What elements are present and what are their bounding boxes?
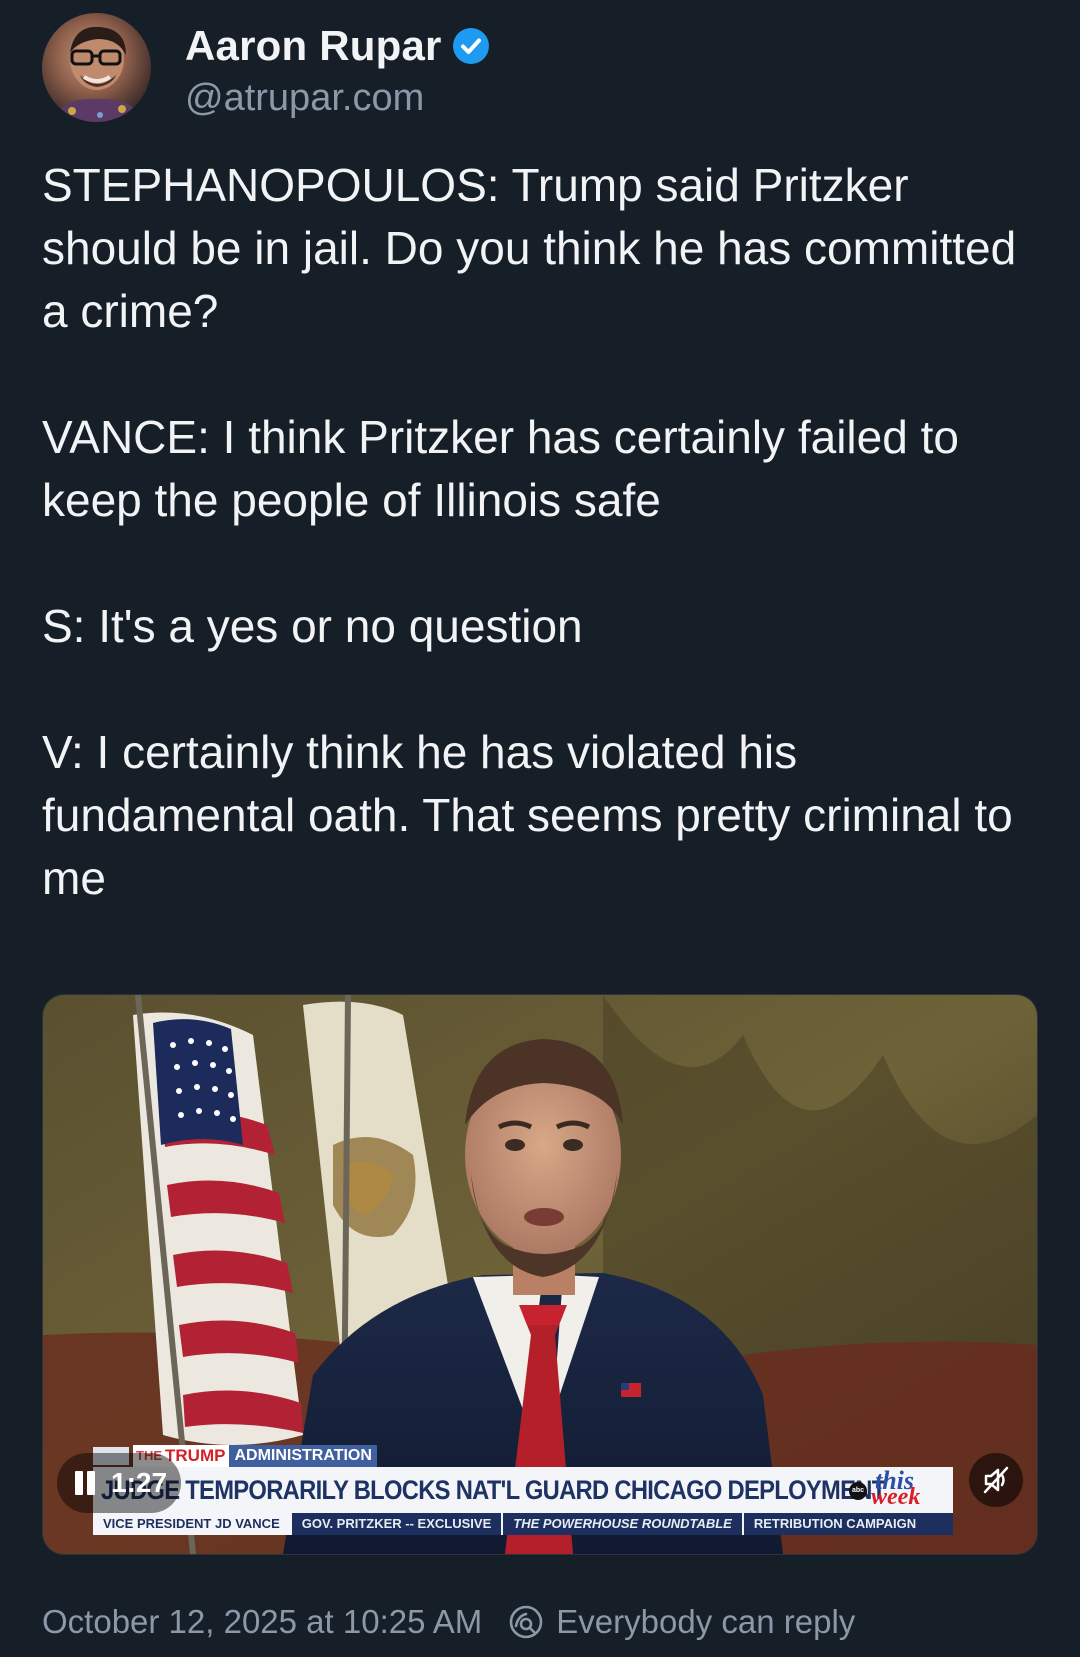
- post: Aaron Rupar @atrupar.com STEPHANOPOULOS:…: [0, 0, 1080, 1657]
- author-info: Aaron Rupar @atrupar.com: [185, 21, 490, 120]
- display-name[interactable]: Aaron Rupar: [185, 22, 442, 70]
- playback-controls: 1:27: [57, 1453, 182, 1513]
- post-timestamp[interactable]: October 12, 2025 at 10:25 AM: [42, 1603, 482, 1641]
- reply-setting[interactable]: Everybody can reply: [556, 1603, 855, 1641]
- display-name-row: Aaron Rupar: [185, 21, 490, 71]
- verified-badge-icon: [452, 27, 490, 65]
- ticker-item: RETRIBUTION CAMPAIGN: [753, 1516, 917, 1531]
- post-footer: October 12, 2025 at 10:25 AM Everybody c…: [42, 1600, 855, 1644]
- muted-speaker-icon: [983, 1466, 1009, 1494]
- ticker-item: THE POWERHOUSE ROUNDTABLE: [503, 1513, 744, 1535]
- author-handle[interactable]: @atrupar.com: [185, 77, 490, 120]
- chyron-headline-bar: JUDGE TEMPORARILY BLOCKS NAT'L GUARD CHI…: [93, 1466, 953, 1513]
- video-time: 1:27: [111, 1467, 168, 1498]
- ticker-item: GOV. PRITZKER -- EXCLUSIVE: [292, 1513, 504, 1535]
- video-player[interactable]: THE TRUMP ADMINISTRATION JUDGE TEMPORARI…: [42, 994, 1038, 1555]
- post-text: STEPHANOPOULOS: Trump said Pritzker shou…: [42, 159, 1017, 904]
- chyron-administration: ADMINISTRATION: [229, 1445, 377, 1467]
- post-header: Aaron Rupar @atrupar.com: [42, 13, 490, 122]
- this-week-logo: abc this week: [841, 1466, 947, 1510]
- avatar[interactable]: [42, 13, 151, 122]
- pause-icon[interactable]: [71, 1468, 99, 1498]
- ticker-item: VICE PRESIDENT JD VANCE: [93, 1513, 292, 1535]
- news-chyron: THE TRUMP ADMINISTRATION JUDGE TEMPORARI…: [93, 1445, 953, 1537]
- mute-button[interactable]: [969, 1453, 1023, 1507]
- chyron-ticker: VICE PRESIDENT JD VANCE GOV. PRITZKER --…: [93, 1513, 953, 1535]
- abc-logo-icon: abc: [849, 1482, 867, 1500]
- reply-permission-icon: [509, 1605, 543, 1639]
- chyron-headline: JUDGE TEMPORARILY BLOCKS NAT'L GUARD CHI…: [101, 1474, 886, 1505]
- show-logo-week: week: [871, 1484, 921, 1510]
